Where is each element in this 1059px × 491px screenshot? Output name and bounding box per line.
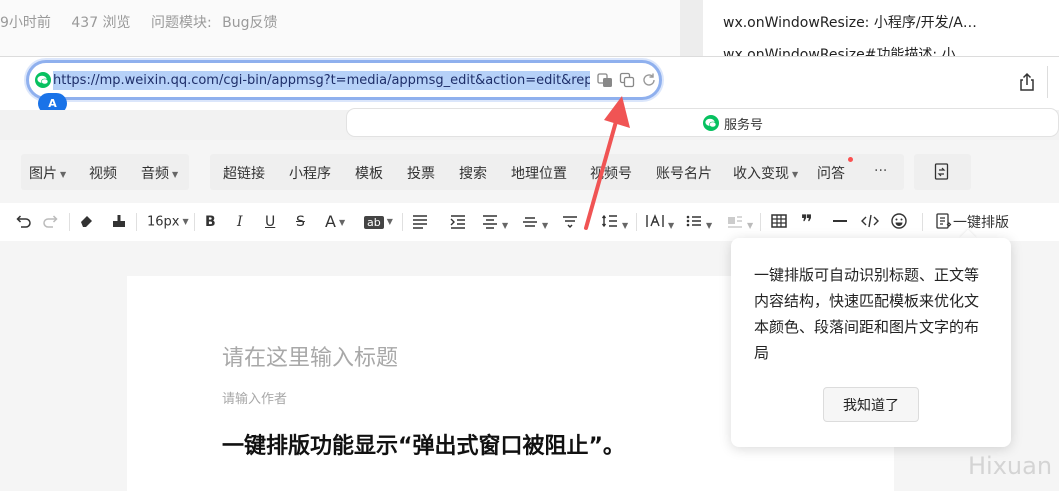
popover-text: 一键排版可自动识别标题、正文等内容结构，快速匹配模板来优化文本颜色、段落间距和图… <box>754 266 980 362</box>
got-it-button[interactable]: 我知道了 <box>823 387 919 422</box>
toolbar-divider <box>922 213 923 231</box>
align-icon[interactable] <box>411 212 429 232</box>
share-icon[interactable] <box>1017 72 1037 92</box>
insert-vote[interactable]: 投票 <box>407 163 435 183</box>
toolbar-divider <box>402 213 403 231</box>
toolbar-divider <box>194 213 195 231</box>
article-heading[interactable]: 一键排版功能显示“弹出式窗口被阻止”。 <box>222 428 625 460</box>
wechat-icon <box>35 72 51 88</box>
insert-hyperlink[interactable]: 超链接 <box>223 163 265 183</box>
undo-icon[interactable] <box>14 212 32 232</box>
wechat-tab-icon <box>703 115 719 131</box>
insert-channels[interactable]: 视频号 <box>590 163 632 183</box>
divider-icon[interactable] <box>831 212 849 232</box>
line-height-icon[interactable]: ▼ <box>601 212 628 232</box>
watermark: Hixuan <box>968 452 1053 480</box>
float-image-icon[interactable]: ▼ <box>726 212 753 232</box>
post-time: 9小时前 <box>0 15 51 31</box>
strikethrough-button[interactable]: S <box>296 212 305 232</box>
title-input[interactable]: 请在这里输入标题 <box>222 340 398 372</box>
copy-icon[interactable] <box>619 72 635 88</box>
translate-icon[interactable] <box>597 72 613 88</box>
post-views: 437 浏览 <box>71 15 131 31</box>
format-painter-icon[interactable] <box>110 212 128 232</box>
indent-icon[interactable] <box>449 212 467 232</box>
insert-miniprogram[interactable]: 小程序 <box>289 163 331 183</box>
insert-monetize[interactable]: 收入变现 ▼ <box>733 163 798 183</box>
toolbar-divider <box>760 213 761 231</box>
post-meta: 9小时前 437 浏览 问题模块: Bug反馈 <box>0 12 294 32</box>
switch-editor-button[interactable] <box>914 154 971 190</box>
address-bar[interactable]: https://mp.weixin.qq.com/cgi-bin/appmsg?… <box>26 60 662 100</box>
related-link-1[interactable]: wx.onWindowResize: 小程序/开发/API/... <box>723 12 981 32</box>
list-icon[interactable]: ▼ <box>685 212 712 232</box>
layout-icon <box>936 213 952 229</box>
spacing-after-icon[interactable] <box>561 212 579 232</box>
insert-image[interactable]: 图片 ▼ <box>29 163 66 183</box>
redo-icon[interactable] <box>42 212 60 232</box>
one-click-layout-button[interactable]: 一键排版 <box>935 212 1009 232</box>
reload-icon[interactable] <box>641 72 657 88</box>
insert-more[interactable]: ··· <box>874 163 887 179</box>
insert-qa[interactable]: 问答 <box>817 163 845 183</box>
tab-title: 服务号 <box>724 118 764 133</box>
highlight-button[interactable]: ab ▼ <box>364 212 393 232</box>
spacing-before-icon[interactable]: ▼ <box>521 212 548 232</box>
module-label: 问题模块: <box>151 15 212 31</box>
code-icon[interactable] <box>860 212 880 232</box>
url-text[interactable]: https://mp.weixin.qq.com/cgi-bin/appmsg?… <box>53 71 590 90</box>
toolbar-divider <box>636 213 637 231</box>
author-input[interactable]: 请输入作者 <box>222 388 287 407</box>
insert-search[interactable]: 搜索 <box>459 163 487 183</box>
module-value[interactable]: Bug反馈 <box>222 15 277 31</box>
switch-icon <box>934 163 949 180</box>
font-size-select[interactable]: 16px ▼ <box>147 212 189 232</box>
letter-spacing-icon[interactable]: ▼ <box>645 212 674 232</box>
center-align-icon[interactable]: ▼ <box>481 212 508 232</box>
clear-format-icon[interactable] <box>78 212 96 232</box>
insert-location[interactable]: 地理位置 <box>511 163 567 183</box>
related-card: wx.onWindowResize: 小程序/开发/API/... wx.onW… <box>703 0 1059 56</box>
table-icon[interactable] <box>770 212 788 232</box>
related-link-2[interactable]: wx.onWindowResize#功能描述: 小程序... <box>723 44 981 56</box>
emoji-icon[interactable] <box>890 212 908 232</box>
font-color-button[interactable]: A ▼ <box>325 212 345 232</box>
browser-menu-divider <box>1047 66 1059 98</box>
toolbar-divider <box>69 213 70 231</box>
toolbar-divider <box>136 213 137 231</box>
insert-account-card[interactable]: 账号名片 <box>656 163 712 183</box>
bold-button[interactable]: B <box>205 212 216 232</box>
italic-button[interactable]: I <box>237 212 243 232</box>
underline-button[interactable]: U <box>265 212 275 232</box>
qa-new-dot <box>848 157 853 162</box>
insert-audio[interactable]: 音频 ▼ <box>141 163 178 183</box>
quote-icon[interactable]: ❞ <box>801 212 813 232</box>
insert-video[interactable]: 视频 <box>89 163 117 183</box>
insert-template[interactable]: 模板 <box>355 163 383 183</box>
